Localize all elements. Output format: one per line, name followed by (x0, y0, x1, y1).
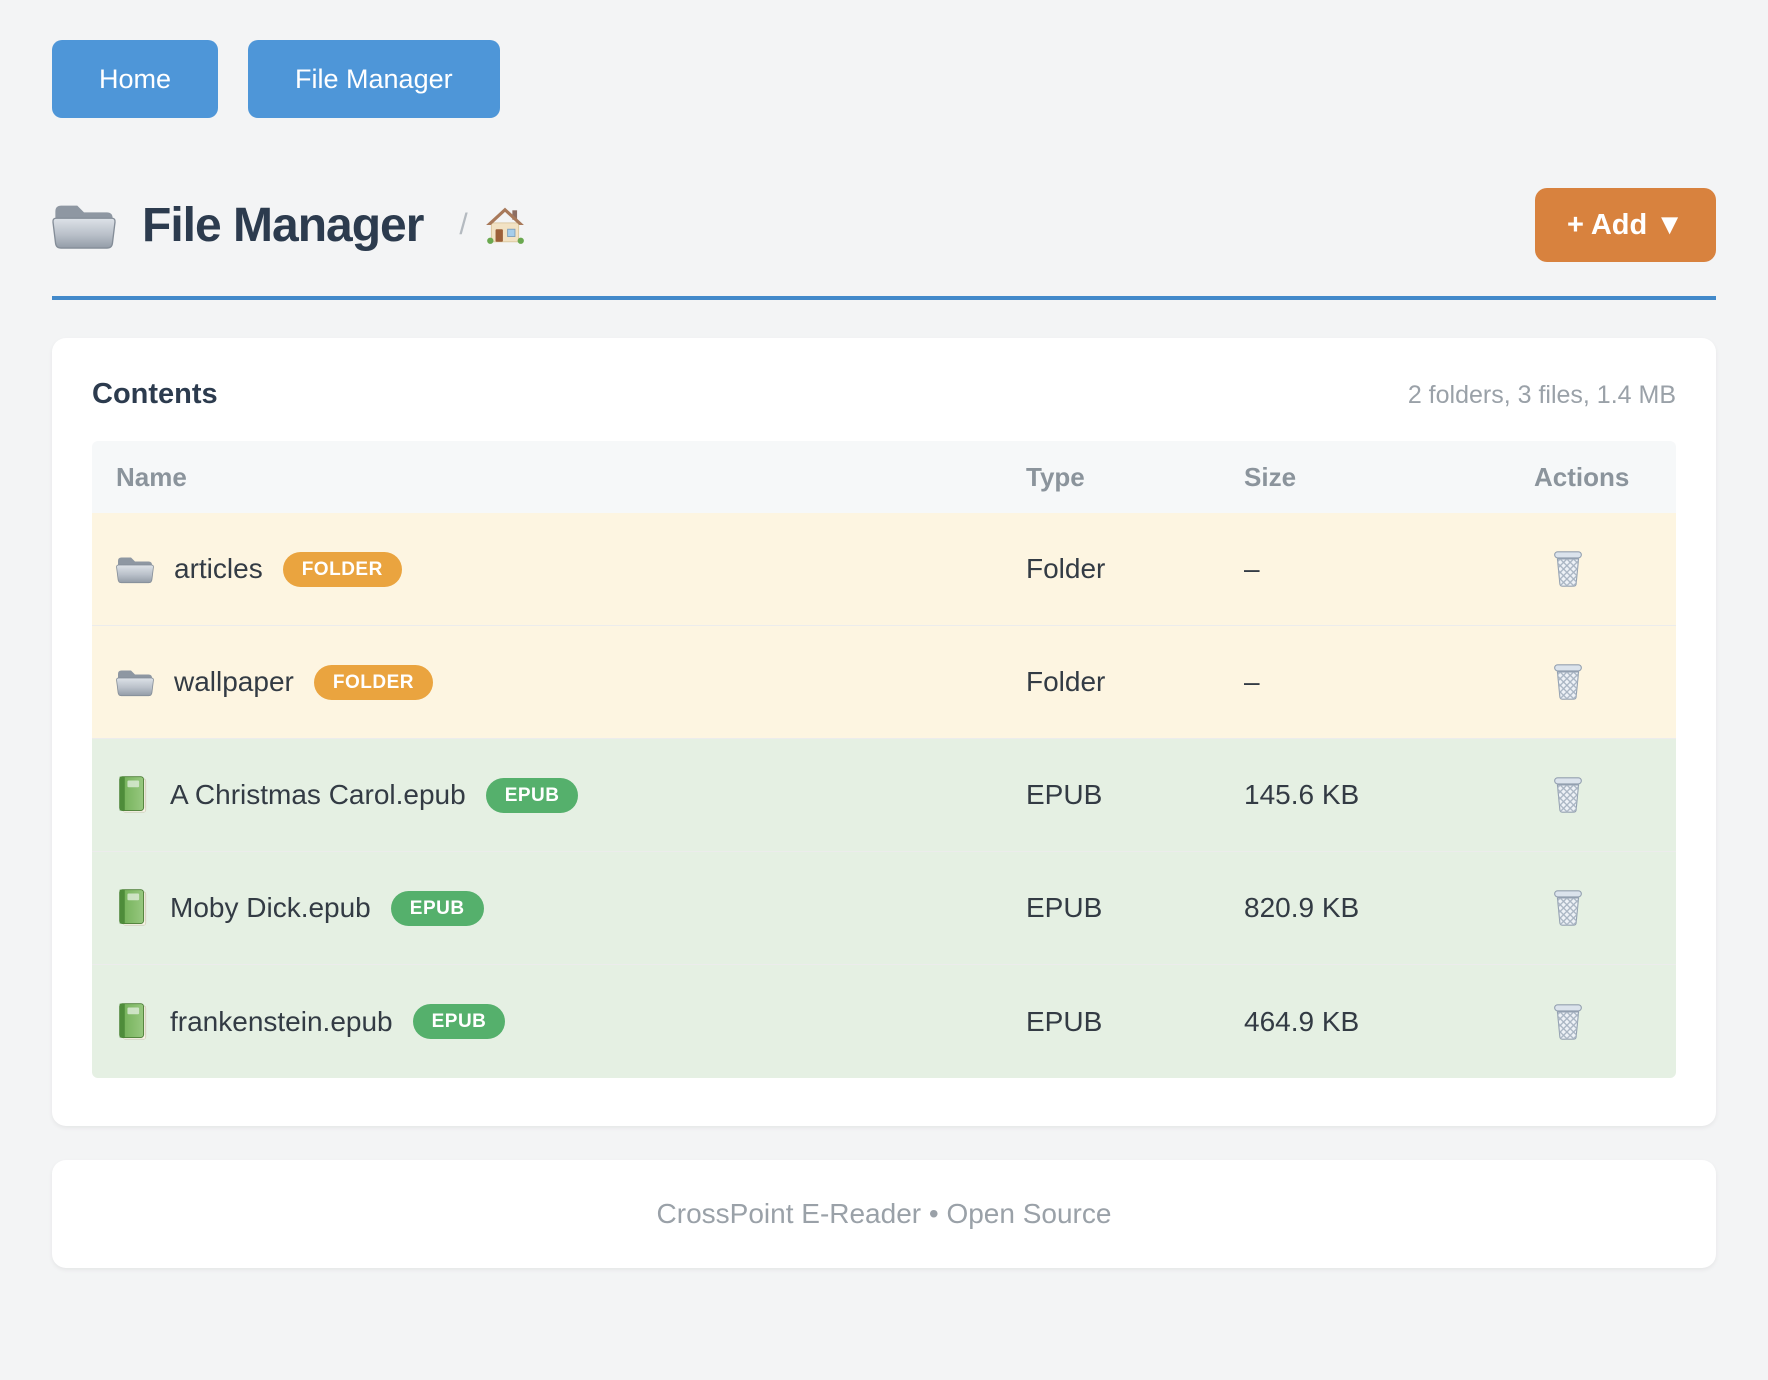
file-name: frankenstein.epub (170, 1006, 393, 1038)
size-cell: 145.6 KB (1244, 779, 1534, 811)
table-row[interactable]: articles FOLDER Folder – (92, 513, 1676, 626)
delete-button[interactable] (1548, 547, 1588, 591)
trash-icon (1550, 549, 1586, 589)
type-badge: EPUB (391, 891, 484, 926)
book-icon (116, 888, 150, 928)
name-cell: A Christmas Carol.epub EPUB (116, 775, 1026, 815)
type-cell: Folder (1026, 553, 1244, 585)
delete-button[interactable] (1548, 1000, 1588, 1044)
contents-summary: 2 folders, 3 files, 1.4 MB (1408, 381, 1676, 410)
delete-button[interactable] (1548, 886, 1588, 930)
breadcrumb-separator: / (459, 208, 467, 242)
trash-icon (1550, 662, 1586, 702)
house-icon[interactable] (484, 205, 526, 245)
file-name: articles (174, 553, 263, 585)
column-header-actions: Actions (1534, 462, 1652, 493)
title-divider (52, 296, 1716, 300)
contents-heading: Contents (92, 378, 218, 411)
footer-text: CrossPoint E-Reader • Open Source (657, 1198, 1112, 1229)
column-header-type: Type (1026, 462, 1244, 493)
file-manager-button[interactable]: File Manager (248, 40, 500, 118)
type-badge: EPUB (413, 1004, 506, 1039)
type-cell: Folder (1026, 666, 1244, 698)
type-cell: EPUB (1026, 892, 1244, 924)
file-name: wallpaper (174, 666, 294, 698)
table-header-row: Name Type Size Actions (92, 441, 1676, 513)
contents-card: Contents 2 folders, 3 files, 1.4 MB Name… (52, 338, 1716, 1126)
trash-icon (1550, 775, 1586, 815)
type-badge: EPUB (486, 778, 579, 813)
size-cell: 820.9 KB (1244, 892, 1534, 924)
actions-cell (1534, 886, 1652, 930)
actions-cell (1534, 660, 1652, 704)
name-cell: articles FOLDER (116, 552, 1026, 587)
page: Home File Manager File Manager / + Add ▼… (0, 0, 1768, 1268)
folder-icon (116, 665, 154, 699)
page-header: File Manager / + Add ▼ (52, 188, 1716, 262)
actions-cell (1534, 547, 1652, 591)
column-header-name: Name (116, 462, 1026, 493)
files-table: Name Type Size Actions articles FOLDER F… (92, 441, 1676, 1078)
size-cell: – (1244, 666, 1534, 698)
footer-card: CrossPoint E-Reader • Open Source (52, 1160, 1716, 1268)
type-cell: EPUB (1026, 779, 1244, 811)
name-cell: Moby Dick.epub EPUB (116, 888, 1026, 928)
size-cell: 464.9 KB (1244, 1006, 1534, 1038)
actions-cell (1534, 1000, 1652, 1044)
folder-icon (52, 198, 116, 252)
table-row[interactable]: Moby Dick.epub EPUB EPUB 820.9 KB (92, 852, 1676, 965)
size-cell: – (1244, 553, 1534, 585)
home-button[interactable]: Home (52, 40, 218, 118)
add-button[interactable]: + Add ▼ (1535, 188, 1716, 262)
type-badge: FOLDER (314, 665, 433, 700)
book-icon (116, 775, 150, 815)
type-badge: FOLDER (283, 552, 402, 587)
file-name: Moby Dick.epub (170, 892, 371, 924)
table-row[interactable]: frankenstein.epub EPUB EPUB 464.9 KB (92, 965, 1676, 1078)
column-header-size: Size (1244, 462, 1534, 493)
table-row[interactable]: A Christmas Carol.epub EPUB EPUB 145.6 K… (92, 739, 1676, 852)
name-cell: wallpaper FOLDER (116, 665, 1026, 700)
contents-card-header: Contents 2 folders, 3 files, 1.4 MB (92, 378, 1676, 411)
trash-icon (1550, 888, 1586, 928)
actions-cell (1534, 773, 1652, 817)
name-cell: frankenstein.epub EPUB (116, 1002, 1026, 1042)
folder-icon (116, 552, 154, 586)
table-row[interactable]: wallpaper FOLDER Folder – (92, 626, 1676, 739)
delete-button[interactable] (1548, 773, 1588, 817)
book-icon (116, 1002, 150, 1042)
breadcrumb: / (459, 205, 525, 245)
trash-icon (1550, 1002, 1586, 1042)
type-cell: EPUB (1026, 1006, 1244, 1038)
top-nav: Home File Manager (52, 40, 1716, 118)
file-name: A Christmas Carol.epub (170, 779, 466, 811)
page-title: File Manager (142, 198, 423, 253)
delete-button[interactable] (1548, 660, 1588, 704)
